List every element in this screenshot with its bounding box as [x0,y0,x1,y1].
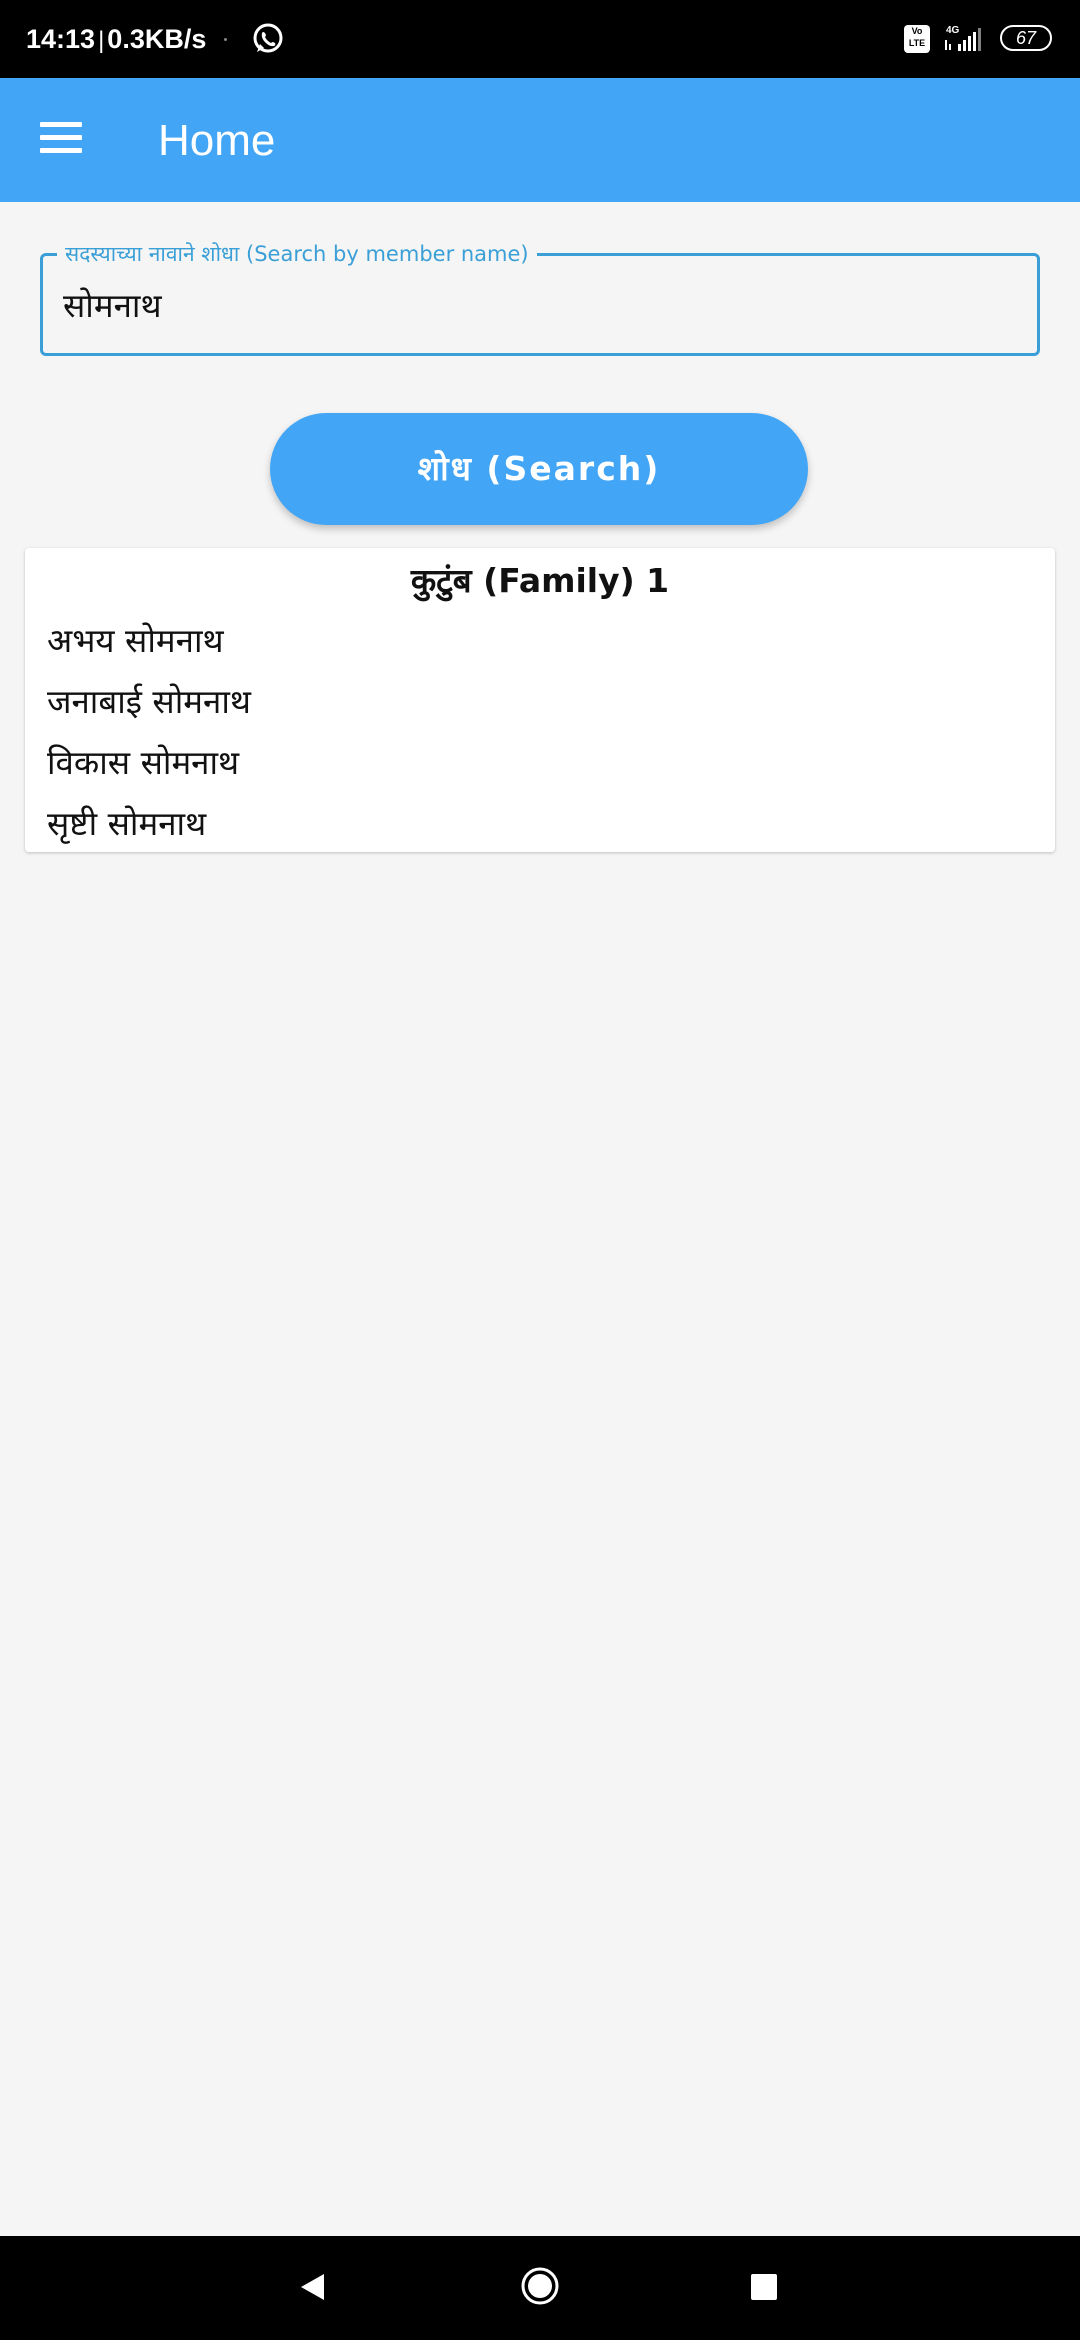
volte-icon: Vo LTE [904,25,930,53]
hamburger-menu-icon[interactable] [20,100,100,180]
network-type-text: 4G [946,25,960,36]
search-field-label: सदस्याच्या नावाने शोधा (Search by member… [57,240,537,268]
page-title: Home [158,116,276,165]
signal-strength-icon: 4G [945,25,981,51]
status-dot [224,38,227,41]
list-item[interactable]: जनाबाई सोमनाथ [47,679,251,740]
app-bar: Home [0,78,1080,202]
list-item[interactable]: सृष्टी सोमनाथ [47,801,251,862]
clock-time: 14:13 [26,24,96,54]
status-bar: 14:13 | 0.3KB/s Vo LTE 4G 67 [0,0,1080,78]
status-separator: | [98,27,105,54]
recents-square-icon[interactable] [751,2274,777,2300]
search-input[interactable] [63,282,1003,330]
volte-top-text: Vo [911,26,923,36]
network-speed: 0.3KB/s [107,24,207,54]
list-item[interactable]: विकास सोमनाथ [47,740,251,801]
navigation-bar [0,2236,1080,2340]
list-item[interactable]: अभय सोमनाथ [47,618,251,679]
battery-icon: 67 [1000,25,1052,51]
family-result-card[interactable]: कुटुंब (Family) 1 अभय सोमनाथ जनाबाई सोमन… [25,548,1055,852]
search-button[interactable]: शोध (Search) [270,413,808,525]
volte-bottom-text: LTE [908,38,926,48]
back-triangle-icon[interactable] [298,2272,328,2302]
battery-level: 67 [1015,28,1037,48]
family-title: कुटुंब (Family) 1 [410,561,670,600]
status-time-group: 14:13 | 0.3KB/s [26,20,206,60]
home-circle-icon[interactable] [520,2266,560,2306]
member-list: अभय सोमनाथ जनाबाई सोमनाथ विकास सोमनाथ सृ… [47,618,251,862]
search-field[interactable]: सदस्याच्या नावाने शोधा (Search by member… [40,240,1040,356]
whatsapp-icon [253,23,283,53]
